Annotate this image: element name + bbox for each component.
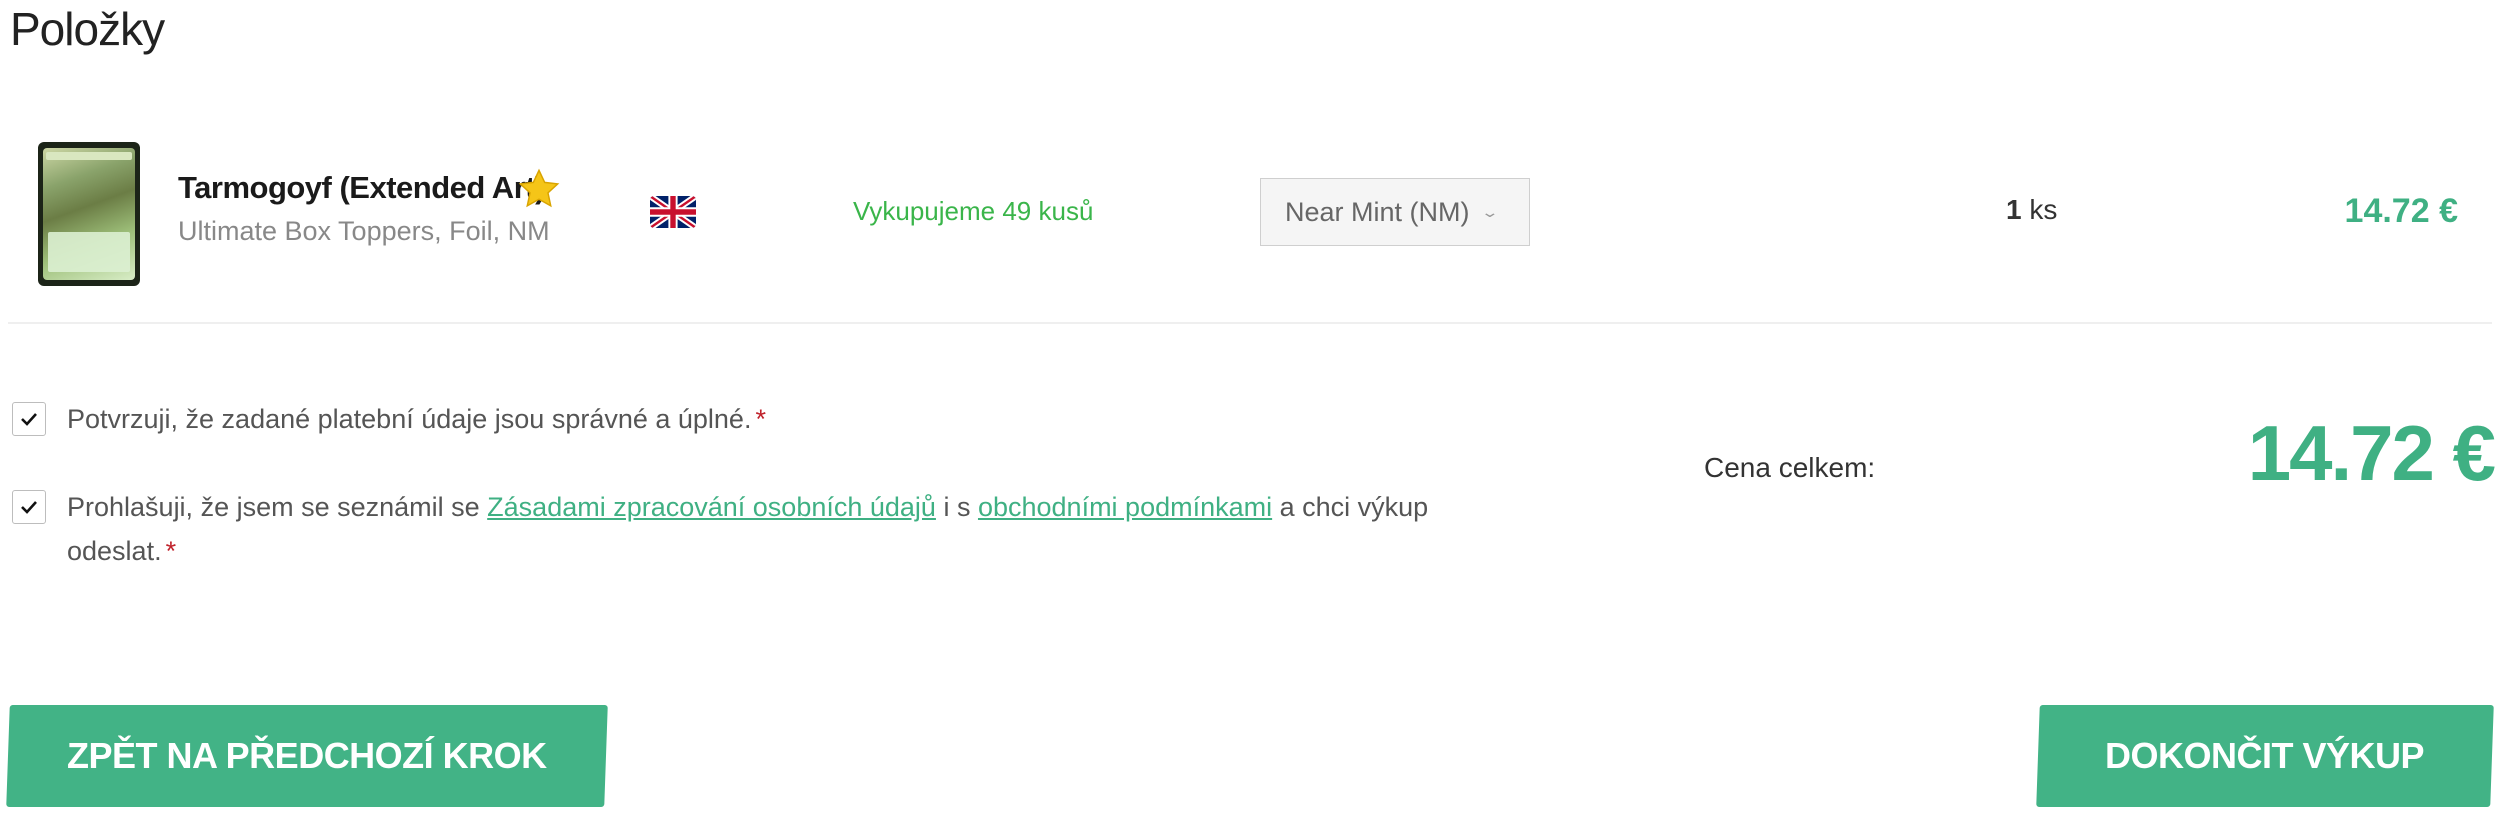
total-label: Cena celkem: <box>1704 452 1876 483</box>
checkmark-icon <box>21 501 37 514</box>
finish-buyback-button[interactable]: DOKONČIT VÝKUP <box>2036 705 2494 807</box>
quantity: 1 ks <box>2006 194 2057 226</box>
cart-item-row: Tarmogoyf (Extended Art) Ultimate Box To… <box>0 130 2506 320</box>
page-title: Položky <box>10 3 165 55</box>
payment-confirmation-checkbox[interactable] <box>12 402 46 436</box>
terms-link[interactable]: obchodními podmínkami <box>978 492 1272 522</box>
privacy-policy-link[interactable]: Zásadami zpracování osobních údajů <box>487 492 936 522</box>
chevron-down-icon: ⌄ <box>1479 203 1499 220</box>
condition-value: Near Mint (NM) <box>1285 196 1470 227</box>
buyback-quantity-note: Vykupujeme 49 kusů <box>853 196 1094 226</box>
payment-confirmation-label: Potvrzuji, že zadané platební údaje jsou… <box>67 404 766 434</box>
required-mark: * <box>755 404 766 434</box>
back-button[interactable]: ZPĚT NA PŘEDCHOZÍ KROK <box>6 705 608 807</box>
item-price: 14.72 € <box>2344 192 2458 230</box>
condition-select[interactable]: Near Mint (NM) ⌄ <box>1260 178 1530 246</box>
quantity-unit: ks <box>2029 194 2058 225</box>
uk-flag-icon <box>650 196 696 228</box>
quantity-value: 1 <box>2006 194 2022 225</box>
product-name[interactable]: Tarmogoyf (Extended Art) <box>178 170 545 206</box>
required-mark: * <box>165 536 177 566</box>
terms-confirmation-label: Prohlašuji, že jsem se seznámil se Zásad… <box>67 492 1429 566</box>
checkmark-icon <box>21 413 37 426</box>
star-icon <box>518 168 560 208</box>
product-subtitle: Ultimate Box Toppers, Foil, NM <box>178 216 550 246</box>
total-value: 14.72 € <box>2247 409 2496 497</box>
divider <box>8 322 2492 324</box>
card-thumbnail[interactable] <box>38 142 140 286</box>
terms-confirmation-checkbox[interactable] <box>12 490 46 524</box>
